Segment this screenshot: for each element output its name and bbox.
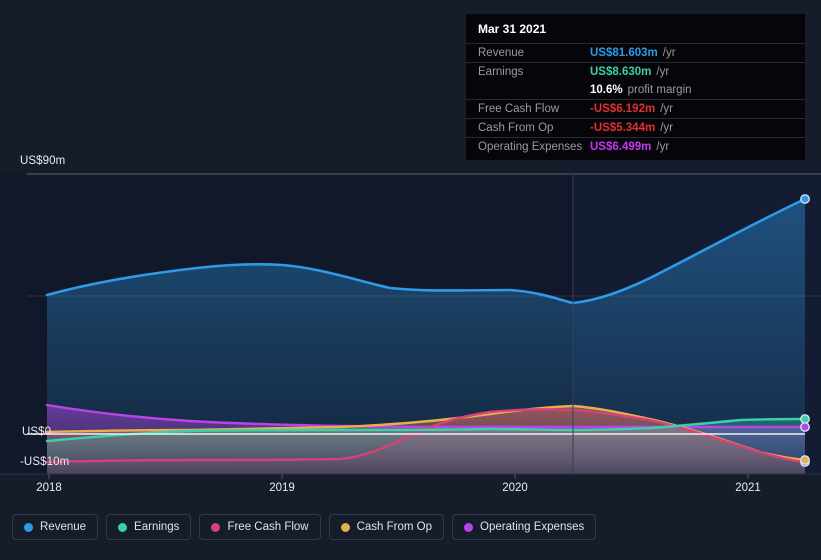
tooltip-value-revenue: US$81.603m (590, 47, 658, 59)
tooltip-value-cash-from-op: -US$5.344m (590, 122, 656, 134)
tooltip-date: Mar 31 2021 (478, 22, 547, 36)
tooltip-value-earnings: US$8.630m (590, 66, 652, 78)
tooltip-unit-profit-margin: profit margin (627, 84, 692, 96)
tooltip-value-profit-margin: 10.6% (590, 84, 623, 96)
tooltip-label-cash-from-op: Cash From Op (478, 122, 554, 134)
legend-dot-operating-expenses-icon (464, 522, 474, 532)
endpoint-cash-from-op[interactable] (800, 455, 810, 465)
x-axis-label-2018: 2018 (36, 482, 62, 494)
tooltip-row-earnings: Earnings US$8.630m /yr (466, 62, 805, 81)
legend-label-cash-from-op: Cash From Op (356, 521, 433, 533)
legend-item-operating-expenses[interactable]: Operating Expenses (452, 514, 597, 540)
y-axis-label-zero: US$0 (22, 426, 52, 438)
tooltip-unit-free-cash-flow: /yr (660, 103, 673, 115)
legend-label-earnings: Earnings (134, 521, 180, 533)
y-axis-label-top: US$90m (20, 155, 66, 167)
legend-item-free-cash-flow[interactable]: Free Cash Flow (199, 514, 321, 540)
tooltip-unit-earnings: /yr (656, 66, 670, 78)
tooltip-label-earnings: Earnings (478, 66, 524, 78)
legend-item-earnings[interactable]: Earnings (106, 514, 192, 540)
tooltip-unit-operating-expenses: /yr (656, 141, 670, 153)
tooltip-value-operating-expenses: US$6.499m (590, 141, 652, 153)
legend-dot-cash-from-op-icon (340, 522, 350, 532)
legend-label-operating-expenses: Operating Expenses (480, 521, 585, 533)
x-axis-label-2020: 2020 (502, 482, 528, 494)
tooltip-row-cash-from-op: Cash From Op -US$5.344m /yr (466, 118, 805, 137)
tooltip-label-revenue: Revenue (478, 47, 525, 59)
x-axis-label-2021: 2021 (735, 482, 761, 494)
financial-chart-widget: US$90m US$0 -US$10m 2018 2019 2020 2021 … (0, 0, 821, 560)
tooltip-unit-revenue: /yr (662, 47, 676, 59)
legend-label-revenue: Revenue (40, 521, 87, 533)
legend-dot-revenue-icon (24, 522, 33, 532)
y-axis-label-negative: -US$10m (20, 456, 70, 468)
legend-dot-earnings-icon (118, 522, 128, 532)
data-tooltip: Mar 31 2021 Revenue US$81.603m /yr Earni… (466, 14, 805, 160)
tooltip-value-free-cash-flow: -US$6.192m (590, 103, 656, 115)
x-axis-label-2019: 2019 (269, 482, 295, 494)
tooltip-row-free-cash-flow: Free Cash Flow -US$6.192m /yr (466, 99, 805, 118)
legend-item-revenue[interactable]: Revenue (12, 514, 99, 540)
endpoint-revenue[interactable] (800, 194, 810, 204)
tooltip-row-revenue: Revenue US$81.603m /yr (466, 43, 805, 62)
tooltip-row-operating-expenses: Operating Expenses US$6.499m /yr (466, 137, 805, 156)
chart-legend: Revenue Earnings Free Cash Flow Cash Fro… (12, 514, 597, 540)
legend-label-free-cash-flow: Free Cash Flow (227, 521, 309, 533)
tooltip-label-operating-expenses: Operating Expenses (478, 141, 583, 153)
legend-dot-free-cash-flow-icon (211, 522, 221, 532)
endpoint-operating-expenses[interactable] (800, 422, 810, 432)
tooltip-label-free-cash-flow: Free Cash Flow (478, 103, 560, 115)
tooltip-row-profit-margin: 10.6% profit margin (466, 81, 805, 99)
tooltip-unit-cash-from-op: /yr (660, 122, 673, 134)
endpoint-earnings[interactable] (800, 414, 810, 424)
legend-item-cash-from-op[interactable]: Cash From Op (328, 514, 445, 540)
